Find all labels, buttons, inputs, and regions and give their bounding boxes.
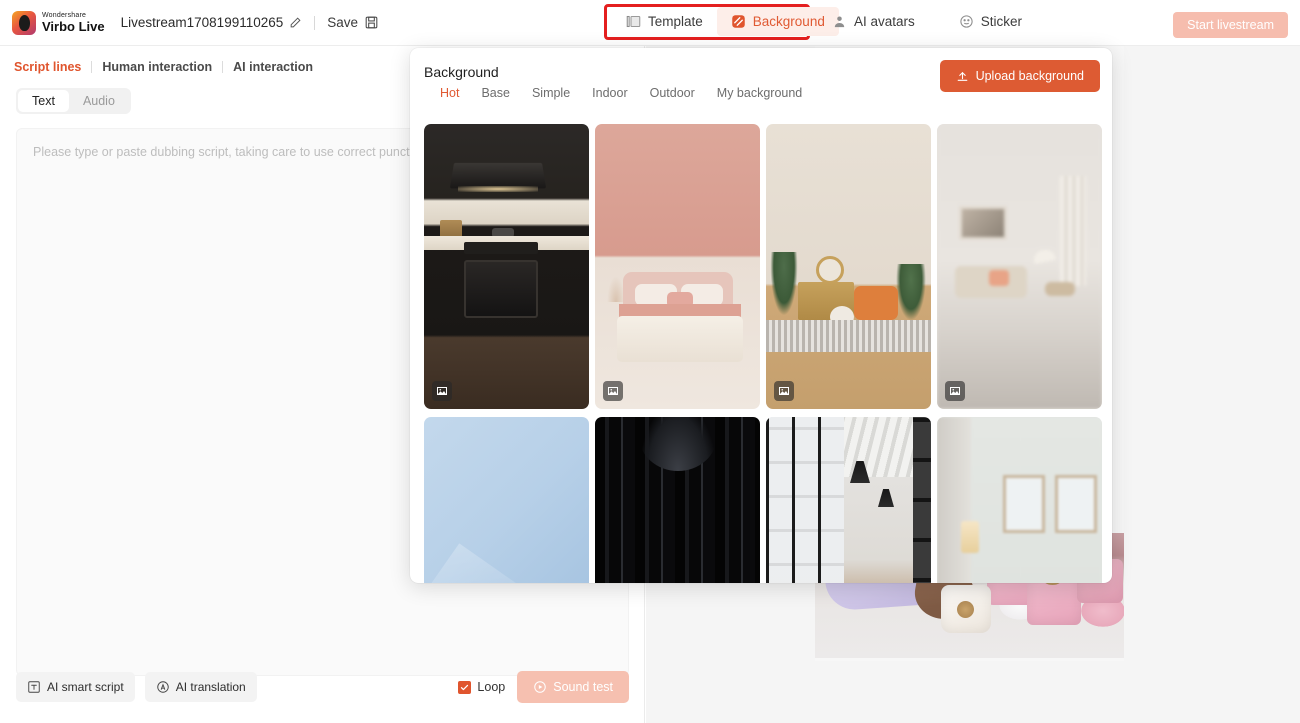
sound-test-label: Sound test — [553, 680, 613, 694]
background-thumb-industrial-loft-pendant-lights[interactable] — [766, 417, 931, 583]
image-icon — [774, 381, 794, 401]
beige-room-curtain — [1060, 176, 1086, 286]
background-thumb-pink-bedroom[interactable] — [595, 124, 760, 409]
background-thumbnail-grid — [424, 124, 1106, 583]
top-bar: Wondershare Virbo Live Livestream1708199… — [0, 0, 1300, 46]
script-tab-divider-2 — [222, 61, 224, 73]
bedroom-duvet — [617, 316, 743, 362]
title-divider — [314, 15, 316, 30]
virbo-logo-icon — [12, 10, 36, 35]
mode-audio[interactable]: Audio — [69, 90, 129, 112]
tab-template-label: Template — [648, 14, 703, 29]
background-thumb-blurred-beige-living-room[interactable] — [937, 124, 1102, 409]
ai-smart-script-button[interactable]: AI smart script — [16, 672, 135, 702]
loft-glass-wall — [766, 417, 844, 583]
upload-background-button[interactable]: Upload background — [939, 60, 1100, 92]
beige-room-wall-art — [959, 206, 1007, 240]
blue-abstract-fold — [424, 543, 558, 583]
framed-art-picture-2 — [1055, 475, 1097, 533]
brand-company: Wondershare — [42, 12, 87, 19]
kitchen-oven — [464, 260, 538, 318]
livingroom-rug — [766, 320, 931, 352]
category-outdoor[interactable]: Outdoor — [650, 86, 695, 100]
edit-pencil-icon[interactable] — [289, 16, 302, 29]
brand-product: Virbo Live — [42, 19, 105, 34]
script-footer-toolbar: AI smart script AI translation Loop Soun… — [16, 667, 629, 707]
beige-room-art — [937, 124, 1102, 409]
loop-checkbox-box — [458, 680, 472, 694]
loft-pendant-lamp-2 — [878, 489, 894, 507]
kitchen-hood-light — [458, 186, 538, 192]
category-simple[interactable]: Simple — [532, 86, 570, 100]
background-icon — [731, 14, 746, 29]
category-hot[interactable]: Hot — [440, 86, 459, 100]
tab-ai-interaction[interactable]: AI interaction — [233, 60, 313, 74]
tab-human-interaction[interactable]: Human interaction — [102, 60, 212, 74]
category-indoor[interactable]: Indoor — [592, 86, 627, 100]
livingroom-round-mirror — [816, 256, 844, 284]
sound-test-button[interactable]: Sound test — [517, 671, 629, 703]
project-title-text: Livestream1708199110265 — [120, 15, 284, 30]
ai-translation-label: AI translation — [175, 680, 246, 694]
livingroom-palm-right — [894, 264, 928, 326]
avatar-icon — [832, 14, 847, 29]
background-thumb-living-room-plants-orange-chair[interactable] — [766, 124, 931, 409]
upload-background-label: Upload background — [975, 69, 1084, 83]
framed-art-curtain — [937, 417, 971, 583]
right-tab-group: AI avatars Sticker — [818, 7, 1036, 36]
kitchen-hood — [449, 162, 547, 189]
beige-room-floor-lamp — [1031, 247, 1057, 265]
background-thumb-blue-abstract-geometric[interactable] — [424, 417, 589, 583]
app-logo: Wondershare Virbo Live — [12, 10, 105, 35]
tab-ai-avatars-label: AI avatars — [854, 14, 915, 29]
livingroom-orange-armchair — [854, 286, 898, 320]
save-icon — [364, 15, 379, 30]
black-stripes-arc — [639, 417, 717, 471]
beige-room-cushion — [989, 270, 1009, 286]
background-thumb-black-vertical-stripes[interactable] — [595, 417, 760, 583]
save-label: Save — [327, 15, 359, 30]
start-livestream-button[interactable]: Start livestream — [1173, 12, 1288, 38]
ai-smart-script-label: AI smart script — [47, 680, 124, 694]
loop-checkbox[interactable]: Loop — [458, 680, 505, 694]
mode-switch: Text Audio — [16, 88, 131, 114]
center-tab-group: Template Background — [612, 7, 839, 36]
image-icon — [603, 381, 623, 401]
tab-template[interactable]: Template — [612, 7, 717, 36]
category-base[interactable]: Base — [481, 86, 510, 100]
background-thumb-dark-modern-kitchen[interactable] — [424, 124, 589, 409]
framed-art-room — [937, 417, 1102, 583]
livingroom-palm-left — [768, 252, 800, 324]
tab-ai-avatars[interactable]: AI avatars — [818, 7, 929, 36]
background-picker-panel: Background Upload background Hot Base Si… — [410, 48, 1112, 583]
beige-room-side-table — [1045, 282, 1075, 296]
mode-text[interactable]: Text — [18, 90, 69, 112]
tab-sticker-label: Sticker — [980, 14, 1023, 29]
tab-script-lines[interactable]: Script lines — [14, 60, 81, 74]
image-icon — [945, 381, 965, 401]
framed-art-picture-1 — [1003, 475, 1045, 533]
category-my-background[interactable]: My background — [717, 86, 802, 100]
kitchen-stove — [464, 242, 538, 254]
sticker-icon — [959, 14, 974, 29]
save-button[interactable]: Save — [327, 15, 379, 30]
tab-sticker[interactable]: Sticker — [945, 7, 1036, 36]
script-tab-divider-1 — [91, 61, 93, 73]
background-thumb-room-with-framed-art[interactable] — [937, 417, 1102, 583]
loop-label: Loop — [477, 680, 506, 694]
image-icon — [432, 381, 452, 401]
tab-background-label: Background — [752, 14, 825, 29]
project-title: Livestream1708199110265 — [121, 15, 303, 30]
preview-roll-3-hole — [957, 601, 974, 618]
template-icon — [626, 14, 641, 29]
brand-text: Wondershare Virbo Live — [42, 12, 105, 33]
background-panel-header: Background Upload background Hot Base Si… — [410, 48, 1112, 100]
loft-right-frame — [913, 417, 931, 583]
app-root: Wondershare Virbo Live Livestream1708199… — [0, 0, 1300, 723]
ai-translation-button[interactable]: AI translation — [144, 672, 257, 702]
framed-art-wall-lamp — [961, 521, 979, 553]
